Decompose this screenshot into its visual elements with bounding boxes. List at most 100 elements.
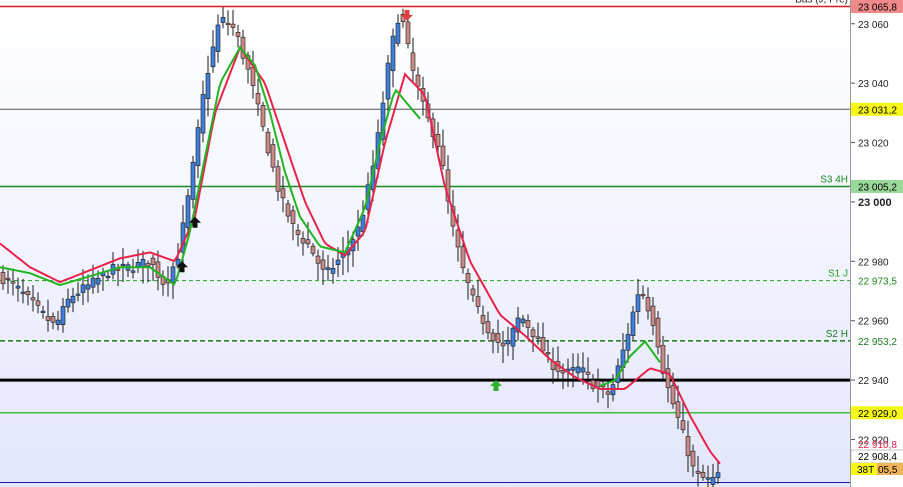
candle-body-62 (310, 245, 316, 254)
candle-body-8 (40, 310, 46, 313)
up-arrow-marker-3 (490, 380, 502, 392)
candle-body-34 (170, 266, 176, 283)
candle-body-140 (700, 471, 706, 478)
candle-body-51 (255, 93, 261, 105)
y-tick-label-1: 23 040 (858, 79, 889, 90)
candle-body-95 (475, 296, 481, 307)
axis-tag-level-2-label: 23 005,2 (858, 182, 897, 193)
candle-body-58 (290, 210, 296, 224)
plot-area[interactable]: Bas (J, Pré) S3 4H S1 J S2 H (0, 0, 850, 487)
red-moving-average (0, 45, 721, 465)
candle-body-64 (320, 259, 326, 270)
candles (0, 7, 721, 487)
candle-body-114 (570, 367, 576, 371)
price-axis[interactable]: 23 060 23 040 23 020 23 000 22 980 22 960 22 9… (850, 0, 903, 487)
candle-body-117 (585, 371, 591, 375)
candle-body-108 (540, 336, 546, 352)
candle-body-132 (660, 345, 666, 374)
candle-body-138 (690, 450, 696, 467)
candle-body-4 (20, 291, 26, 294)
axis-tag-price-label: 22 908,4 (858, 452, 897, 463)
candle-body-24 (120, 263, 126, 266)
candle-body-109 (545, 352, 551, 355)
candle-body-101 (505, 340, 511, 345)
candle-body-21 (105, 275, 111, 279)
candle-body-53 (265, 131, 271, 154)
candle-body-38 (190, 161, 196, 200)
candle-body-77 (385, 62, 391, 100)
y-tick-label-4: 22 980 (858, 257, 889, 268)
candle-body-55 (275, 166, 281, 192)
candle-body-92 (460, 246, 466, 269)
candle-body-81 (405, 21, 411, 45)
candle-body-99 (495, 333, 501, 343)
y-tick-label-3: 23 000 (858, 197, 892, 209)
candle-body-129 (645, 297, 651, 312)
candle-body-19 (95, 277, 101, 285)
candle-body-45 (225, 22, 231, 26)
candle-body-39 (195, 127, 201, 167)
candle-body-82 (410, 52, 416, 71)
candle-body-14 (70, 295, 76, 304)
candle-body-121 (605, 391, 611, 395)
candle-body-61 (305, 239, 311, 245)
y-tick-label-6: 22 940 (858, 376, 889, 387)
axis-tag-bottom-prefix: 38T (857, 465, 874, 476)
candle-body-37 (185, 195, 191, 228)
candle-body-88 (440, 145, 446, 166)
y-tick-label-5: 22 960 (858, 317, 889, 328)
candle-body-100 (500, 342, 506, 347)
candle-body-115 (575, 366, 581, 374)
candle-body-126 (630, 311, 636, 336)
y-tick-label-0: 23 060 (858, 20, 889, 31)
candle-body-79 (395, 22, 401, 44)
candle-body-83 (415, 74, 421, 87)
candle-body-56 (280, 188, 286, 199)
candle-body-67 (335, 259, 341, 265)
candle-body-12 (60, 306, 66, 325)
candle-body-142 (710, 477, 716, 485)
candle-body-104 (520, 318, 526, 324)
candle-body-29 (145, 263, 151, 267)
candle-body-59 (295, 229, 301, 235)
candle-body-41 (205, 73, 211, 99)
candle-body-93 (465, 273, 471, 284)
candle-body-134 (670, 385, 676, 405)
candle-body-16 (80, 284, 86, 293)
candle-body-130 (650, 305, 656, 326)
candle-body-3 (15, 285, 21, 289)
candle-body-9 (45, 316, 51, 321)
candle-body-94 (470, 288, 476, 296)
candle-body-135 (675, 401, 681, 418)
candle-body-47 (235, 32, 241, 37)
candle-body-65 (325, 267, 331, 270)
axis-tag-level-0-label: 23 065,8 (858, 3, 897, 14)
candle-body-40 (200, 94, 206, 134)
candle-body-125 (625, 334, 631, 351)
candle-body-137 (685, 436, 691, 457)
axis-tag-level-4-label: 22 953,2 (858, 337, 897, 348)
candle-body-136 (680, 420, 686, 431)
axis-tag-level-3-label: 22 973,5 (858, 277, 897, 288)
candle-body-141 (705, 477, 711, 480)
candle-body-119 (595, 380, 601, 388)
candle-body-11 (55, 319, 61, 325)
axis-tag-level-6-label: 22 929,0 (858, 409, 897, 420)
candle-body-7 (35, 300, 41, 306)
candle-body-106 (530, 329, 536, 338)
candle-body-6 (30, 297, 36, 301)
candle-body-128 (640, 294, 646, 297)
level-label-4: S2 H (826, 329, 848, 340)
axis-tag-level-1-label: 23 031,2 (858, 105, 897, 116)
candle-body-17 (85, 284, 91, 290)
price-chart[interactable]: Bas (J, Pré) S3 4H S1 J S2 H (0, 0, 850, 487)
candle-body-66 (330, 267, 336, 274)
candle-body-139 (695, 470, 701, 474)
candle-body-127 (635, 294, 641, 312)
level-label-0: Bas (J, Pré) (795, 0, 848, 6)
candle-body-44 (220, 16, 226, 23)
candle-body-10 (50, 316, 56, 323)
candle-body-15 (75, 293, 81, 296)
candle-body-116 (580, 367, 586, 373)
candle-body-131 (655, 317, 661, 348)
